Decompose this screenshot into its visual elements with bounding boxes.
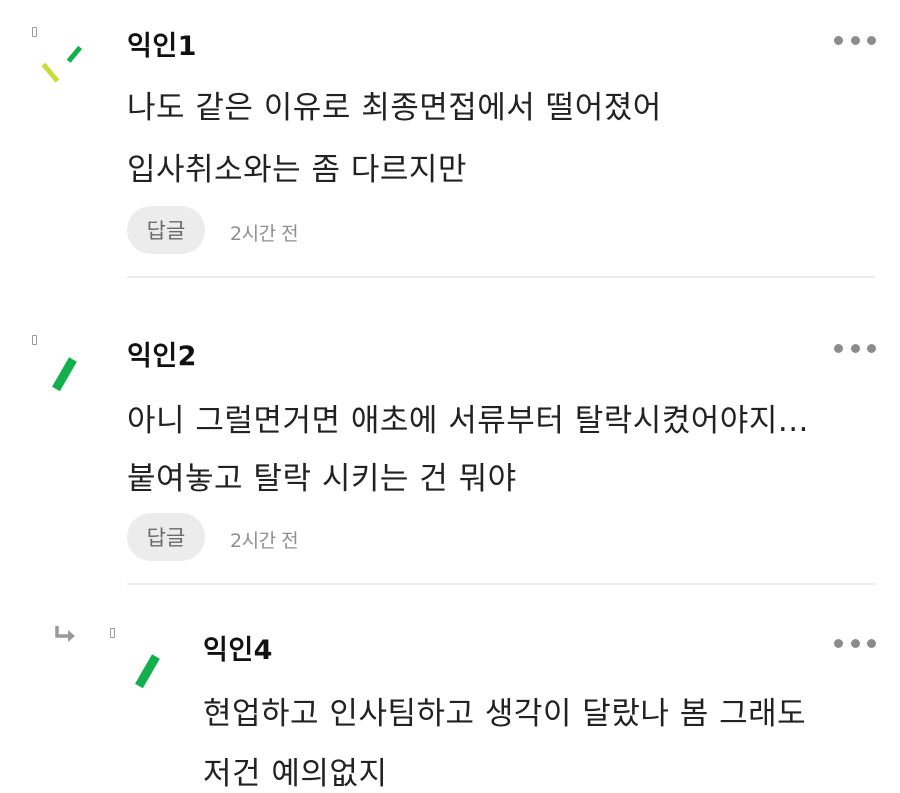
comment-text-line: 입사취소와는 좀 다르지만 [127,152,467,188]
divider [127,583,875,585]
timestamp: 2시간 전 [230,223,299,245]
comment-text-line: 나도 같은 이유로 최종면접에서 떨어졌어 [127,90,662,126]
comment-3-reply: 익인4 현업하고 인사팀하고 생각이 달랐나 봄 그래도 저건 예의없지 [0,610,900,792]
more-options-icon[interactable] [834,636,876,650]
comment-marker-icon [32,335,37,345]
avatar-icon [135,654,160,689]
divider [127,276,875,278]
comment-text-line: 아니 그럴면거면 애초에 서류부터 탈락시켰어야지... [127,403,809,439]
comment-author: 익인1 [127,31,197,62]
more-options-icon[interactable] [834,341,876,355]
comment-text-line: 저건 예의없지 [203,756,388,792]
avatar-icon [52,357,77,392]
comment-2: 익인2 아니 그럴면거면 애초에 서류부터 탈락시켰어야지... 붙여놓고 탈락… [0,307,900,587]
comment-1: 익인1 나도 같은 이유로 최종면접에서 떨어졌어 입사취소와는 좀 다르지만 … [0,0,900,280]
comment-text-line: 현업하고 인사팀하고 생각이 달랐나 봄 그래도 [203,696,807,732]
comment-marker-icon [110,628,115,638]
timestamp: 2시간 전 [230,530,299,552]
comment-text-line: 붙여놓고 탈락 시키는 건 뭐야 [127,461,517,497]
avatar-icon [42,45,83,83]
comment-author: 익인4 [203,635,273,666]
reply-button[interactable]: 답글 [127,513,205,561]
reply-arrow-icon [55,626,75,642]
reply-button[interactable]: 답글 [127,206,205,254]
comment-author: 익인2 [127,341,197,372]
comment-marker-icon [32,27,37,37]
more-options-icon[interactable] [834,33,876,47]
